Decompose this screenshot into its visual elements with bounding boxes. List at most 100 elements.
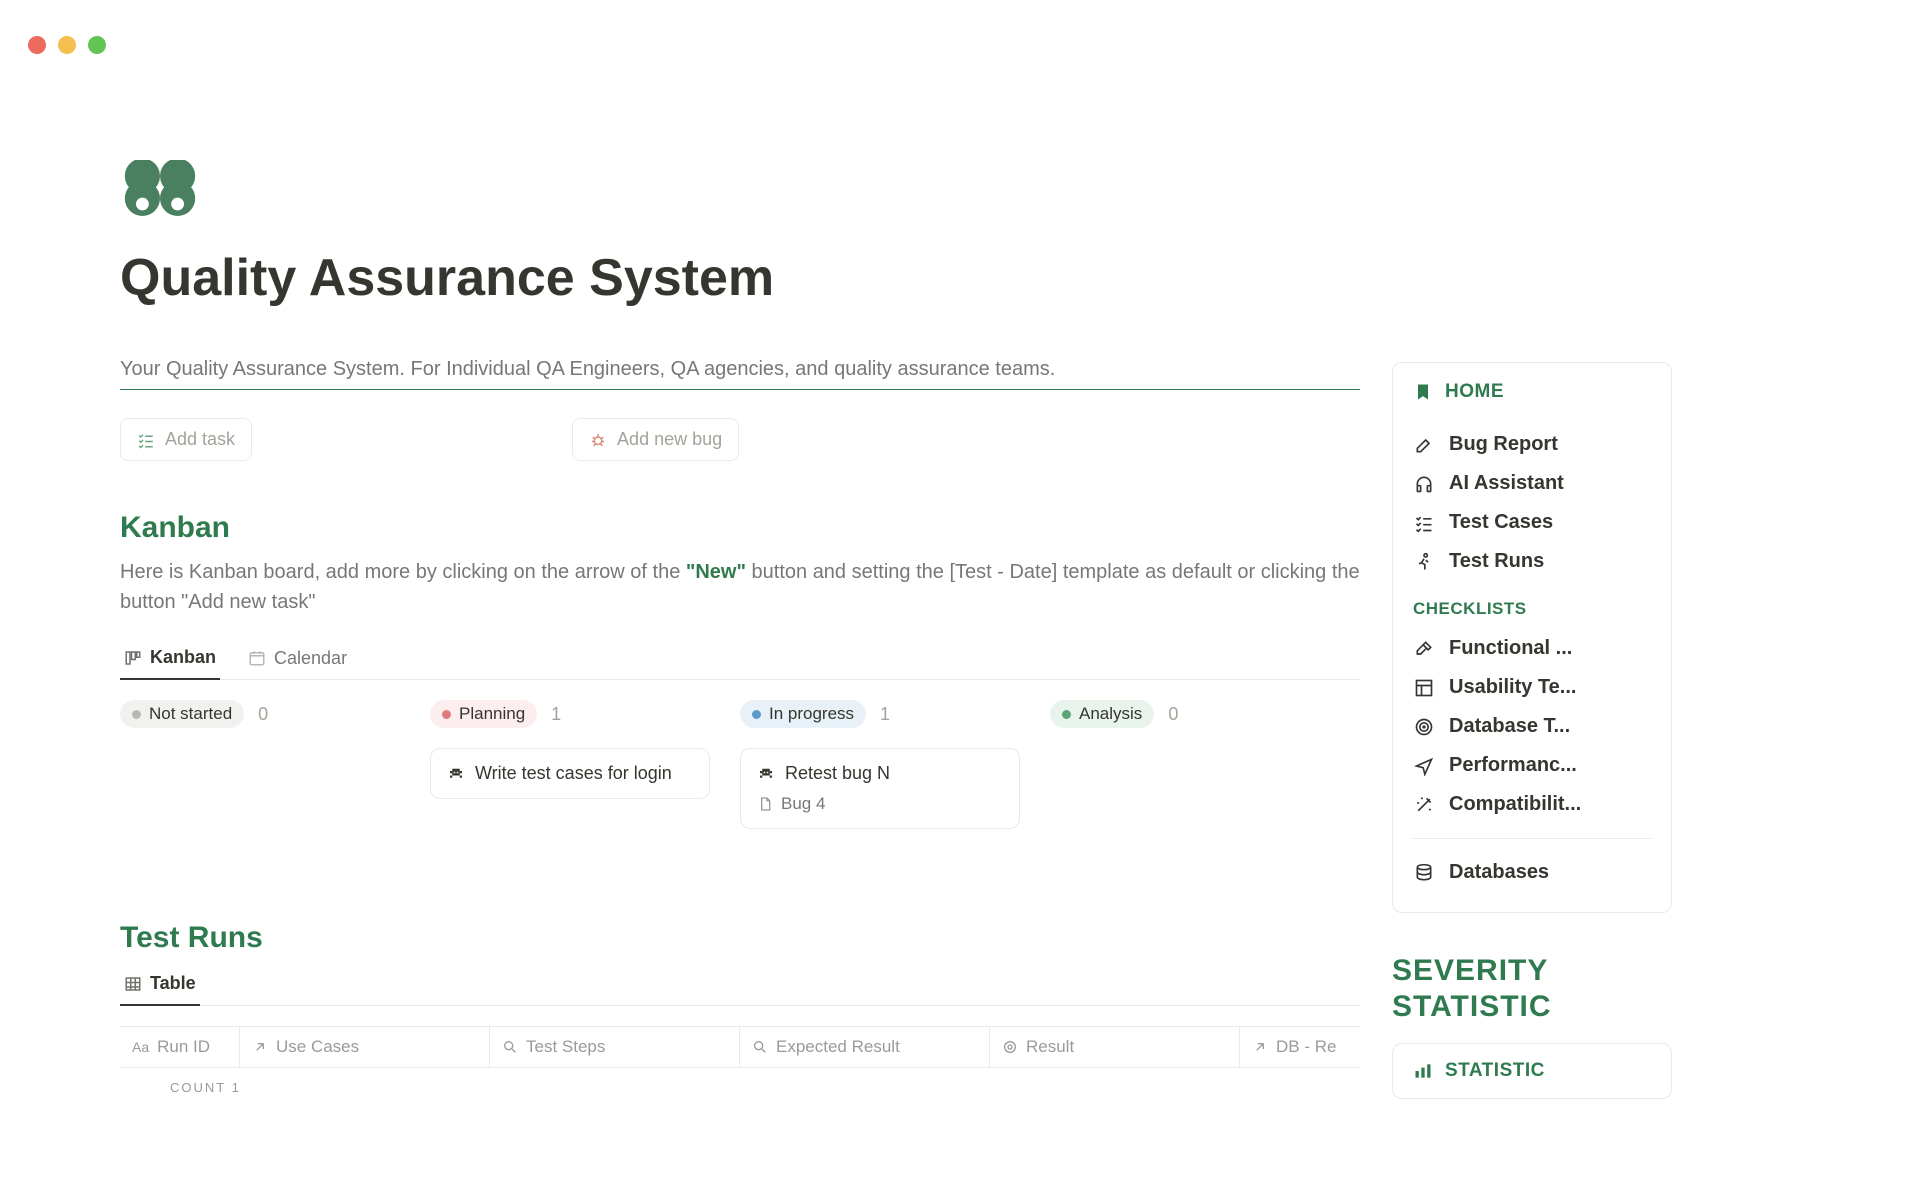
severity-heading: SEVERITY STATISTIC bbox=[1392, 953, 1672, 1025]
sidebar-item[interactable]: AI Assistant bbox=[1413, 464, 1651, 503]
sidebar-home[interactable]: HOME bbox=[1413, 381, 1651, 403]
add-bug-button[interactable]: Add new bug bbox=[572, 418, 739, 461]
sidebar-item-label: AI Assistant bbox=[1449, 472, 1564, 495]
count-row: COUNT 1 bbox=[120, 1068, 1360, 1095]
kanban-card[interactable]: Write test cases for login bbox=[430, 748, 710, 799]
window-controls bbox=[28, 36, 106, 54]
checklist-item-label: Usability Te... bbox=[1449, 676, 1576, 699]
board-icon bbox=[124, 649, 142, 667]
plane-icon bbox=[1413, 755, 1435, 777]
card-title: Write test cases for login bbox=[475, 763, 672, 784]
statistic-label: STATISTIC bbox=[1445, 1060, 1545, 1082]
checklist-icon bbox=[1413, 512, 1435, 534]
close-dot[interactable] bbox=[28, 36, 46, 54]
checklist-item-label: Functional ... bbox=[1449, 637, 1572, 660]
sidebar-nav-panel: HOME Bug Report AI Assistant Test Cases Tes… bbox=[1392, 362, 1672, 913]
checklist-item-label: Compatibilit... bbox=[1449, 793, 1581, 816]
kanban-column: Analysis 0 bbox=[1050, 700, 1330, 841]
table-column-header[interactable]: Expected Result bbox=[740, 1027, 990, 1067]
table-column-header[interactable]: Result bbox=[990, 1027, 1240, 1067]
sidebar-item[interactable]: Bug Report bbox=[1413, 425, 1651, 464]
table-header-row: Aa Run ID Use Cases Test Steps Expected Resu… bbox=[120, 1026, 1360, 1068]
status-pill[interactable]: In progress bbox=[740, 700, 866, 728]
bug-icon bbox=[589, 431, 607, 449]
checklist-item-label: Performanc... bbox=[1449, 754, 1577, 777]
card-title: Retest bug N bbox=[785, 763, 890, 784]
divider bbox=[1413, 838, 1651, 839]
app-logo-icon bbox=[120, 160, 200, 220]
column-label: DB - Re bbox=[1276, 1037, 1336, 1057]
tab-kanban[interactable]: Kanban bbox=[120, 641, 220, 680]
page-intro: Your Quality Assurance System. For Indiv… bbox=[120, 358, 1360, 381]
minimize-dot[interactable] bbox=[58, 36, 76, 54]
sidebar-checklist-item[interactable]: Database T... bbox=[1413, 707, 1651, 746]
search-icon bbox=[752, 1039, 768, 1055]
hammer-icon bbox=[1413, 638, 1435, 660]
column-label: Use Cases bbox=[276, 1037, 359, 1057]
table-column-header[interactable]: Use Cases bbox=[240, 1027, 490, 1067]
kanban-title: Kanban bbox=[120, 511, 1360, 545]
card-sub: Bug 4 bbox=[781, 794, 825, 814]
invader-icon bbox=[447, 765, 465, 783]
kanban-column: Not started 0 bbox=[120, 700, 400, 841]
table-column-header[interactable]: Test Steps bbox=[490, 1027, 740, 1067]
column-label: Expected Result bbox=[776, 1037, 900, 1057]
sidebar-item-label: Bug Report bbox=[1449, 433, 1558, 456]
sidebar-item-label: Test Runs bbox=[1449, 550, 1544, 573]
page-title: Quality Assurance System bbox=[120, 248, 1360, 308]
chart-icon bbox=[1413, 1061, 1433, 1081]
sidebar-item-label: Test Cases bbox=[1449, 511, 1553, 534]
sidebar-checklist-item[interactable]: Functional ... bbox=[1413, 629, 1651, 668]
tab-kanban-label: Kanban bbox=[150, 647, 216, 668]
checklist-item-label: Database T... bbox=[1449, 715, 1570, 738]
checklists-heading: CHECKLISTS bbox=[1413, 599, 1651, 619]
tab-calendar[interactable]: Calendar bbox=[244, 641, 351, 679]
column-header: Not started 0 bbox=[120, 700, 400, 728]
invader-icon bbox=[757, 765, 775, 783]
table-column-header[interactable]: DB - Re bbox=[1240, 1027, 1350, 1067]
column-label: Run ID bbox=[157, 1037, 210, 1057]
column-count: 0 bbox=[258, 704, 268, 725]
status-pill[interactable]: Not started bbox=[120, 700, 244, 728]
sidebar-item[interactable]: Test Cases bbox=[1413, 503, 1651, 542]
status-pill[interactable]: Planning bbox=[430, 700, 537, 728]
sidebar-item[interactable]: Test Runs bbox=[1413, 542, 1651, 581]
target-icon bbox=[1413, 716, 1435, 738]
arrow-icon bbox=[1252, 1039, 1268, 1055]
layout-icon bbox=[1413, 677, 1435, 699]
tab-table[interactable]: Table bbox=[120, 967, 200, 1006]
kanban-column: Planning1 Write test cases for login bbox=[430, 700, 710, 841]
column-header: In progress1 bbox=[740, 700, 1020, 728]
tab-calendar-label: Calendar bbox=[274, 648, 347, 669]
column-header: Planning1 bbox=[430, 700, 710, 728]
add-task-button[interactable]: Add task bbox=[120, 418, 252, 461]
bookmark-icon bbox=[1413, 382, 1433, 402]
sidebar-checklist-item[interactable]: Performanc... bbox=[1413, 746, 1651, 785]
aa-icon: Aa bbox=[132, 1037, 149, 1057]
column-label: Result bbox=[1026, 1037, 1074, 1057]
checklist-icon bbox=[137, 431, 155, 449]
add-task-label: Add task bbox=[165, 429, 235, 450]
table-column-header[interactable]: Aa Run ID bbox=[120, 1027, 240, 1067]
column-label: Test Steps bbox=[526, 1037, 605, 1057]
test-runs-title: Test Runs bbox=[120, 921, 1360, 955]
column-header: Analysis 0 bbox=[1050, 700, 1330, 728]
zoom-dot[interactable] bbox=[88, 36, 106, 54]
kanban-card[interactable]: Retest bug N Bug 4 bbox=[740, 748, 1020, 829]
sidebar-item-databases[interactable]: Databases bbox=[1413, 853, 1651, 892]
add-bug-label: Add new bug bbox=[617, 429, 722, 450]
statistic-panel[interactable]: STATISTIC bbox=[1392, 1043, 1672, 1099]
home-label: HOME bbox=[1445, 381, 1504, 403]
sidebar-checklist-item[interactable]: Compatibilit... bbox=[1413, 785, 1651, 824]
databases-label: Databases bbox=[1449, 861, 1549, 884]
column-count: 0 bbox=[1168, 704, 1178, 725]
status-pill[interactable]: Analysis bbox=[1050, 700, 1154, 728]
target-icon bbox=[1002, 1039, 1018, 1055]
sidebar-checklist-item[interactable]: Usability Te... bbox=[1413, 668, 1651, 707]
database-icon bbox=[1413, 862, 1435, 884]
search-icon bbox=[502, 1039, 518, 1055]
kanban-board: Not started 0 Planning1 Write test cases fo… bbox=[120, 700, 1360, 841]
headphones-icon bbox=[1413, 473, 1435, 495]
run-icon bbox=[1413, 551, 1435, 573]
arrow-icon bbox=[252, 1039, 268, 1055]
